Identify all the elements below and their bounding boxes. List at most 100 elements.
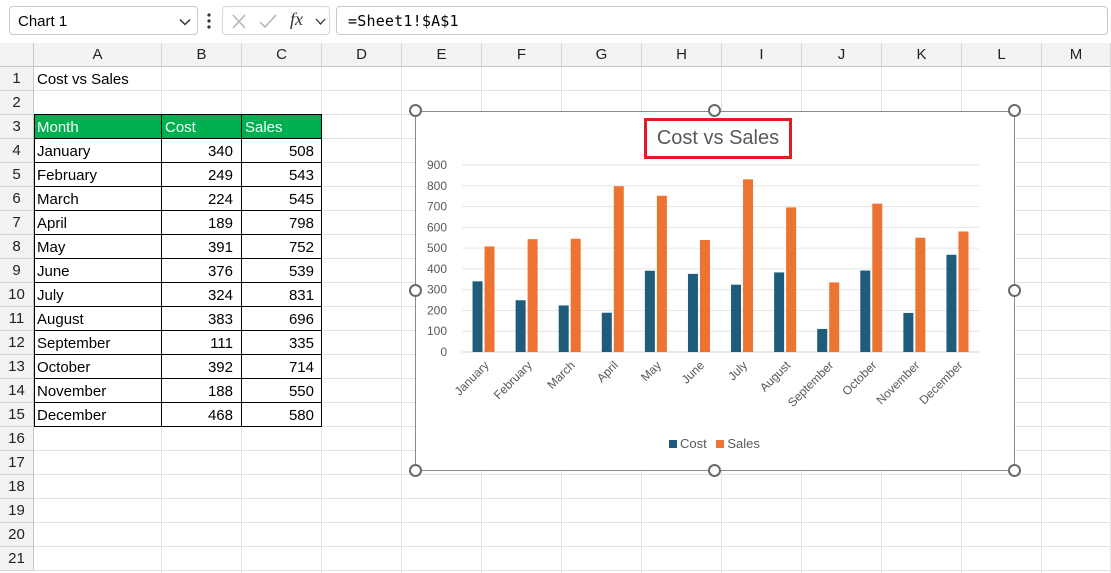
row-header[interactable]: 4 (0, 139, 34, 163)
cell-month[interactable]: July (34, 283, 161, 307)
cell-cost[interactable]: 324 (162, 283, 241, 307)
bar-cost[interactable] (817, 328, 828, 352)
header-month[interactable]: Month (34, 115, 161, 139)
header-cost[interactable]: Cost (162, 115, 241, 139)
bar-cost[interactable] (774, 272, 785, 352)
bar-sales[interactable] (743, 179, 754, 352)
name-box[interactable]: Chart 1 (9, 6, 198, 35)
row-header[interactable]: 15 (0, 403, 34, 427)
column-header[interactable]: E (402, 43, 482, 67)
column-header[interactable]: M (1042, 43, 1111, 67)
bar-cost[interactable] (601, 312, 612, 352)
column-header[interactable]: C (242, 43, 322, 67)
cell-month[interactable]: April (34, 211, 161, 235)
cell-sales[interactable]: 696 (242, 307, 322, 331)
column-header[interactable]: L (962, 43, 1042, 67)
cell-cost[interactable]: 340 (162, 139, 241, 163)
chevron-down-icon[interactable] (315, 17, 326, 26)
cell-cost[interactable]: 392 (162, 355, 241, 379)
row-header[interactable]: 17 (0, 451, 34, 475)
chevron-down-icon[interactable] (179, 16, 191, 28)
bar-cost[interactable] (903, 312, 914, 352)
cell-month[interactable]: October (34, 355, 161, 379)
cell-cost[interactable]: 376 (162, 259, 241, 283)
cell-month[interactable]: February (34, 163, 161, 187)
row-header[interactable]: 7 (0, 211, 34, 235)
column-header[interactable]: D (322, 43, 402, 67)
insert-function-icon[interactable]: fx (290, 9, 303, 30)
cell-sales[interactable]: 714 (242, 355, 322, 379)
bar-sales[interactable] (699, 240, 710, 352)
cell-month[interactable]: September (34, 331, 161, 355)
resize-handle-right[interactable] (1008, 284, 1021, 297)
formula-input[interactable]: =Sheet1!$A$1 (336, 6, 1108, 35)
cell-month[interactable]: January (34, 139, 161, 163)
resize-handle-top-left[interactable] (409, 104, 422, 117)
cell-sales[interactable]: 580 (242, 403, 322, 427)
header-sales[interactable]: Sales (242, 115, 322, 139)
bar-sales[interactable] (484, 246, 495, 352)
bar-sales[interactable] (872, 203, 883, 352)
bar-cost[interactable] (860, 270, 871, 352)
cell-month[interactable]: June (34, 259, 161, 283)
column-header[interactable]: K (882, 43, 962, 67)
cell-cost[interactable]: 188 (162, 379, 241, 403)
bar-sales[interactable] (829, 282, 840, 352)
row-header[interactable]: 16 (0, 427, 34, 451)
bar-sales[interactable] (656, 195, 667, 352)
bar-sales[interactable] (915, 237, 926, 352)
row-header[interactable]: 20 (0, 523, 34, 547)
cell-month[interactable]: May (34, 235, 161, 259)
cell-cost[interactable]: 111 (162, 331, 241, 355)
row-header[interactable]: 10 (0, 283, 34, 307)
select-all-corner[interactable] (0, 43, 34, 67)
row-header[interactable]: 8 (0, 235, 34, 259)
cell-month[interactable]: December (34, 403, 161, 427)
row-header[interactable]: 6 (0, 187, 34, 211)
cell-sales[interactable]: 550 (242, 379, 322, 403)
row-header[interactable]: 9 (0, 259, 34, 283)
bar-sales[interactable] (570, 238, 581, 352)
bar-sales[interactable] (613, 186, 624, 352)
cell-sales[interactable]: 752 (242, 235, 322, 259)
cell-month[interactable]: November (34, 379, 161, 403)
column-header[interactable]: B (162, 43, 242, 67)
bar-sales[interactable] (786, 207, 797, 352)
column-header[interactable]: F (482, 43, 562, 67)
cell-sales[interactable]: 539 (242, 259, 322, 283)
more-options-icon[interactable] (206, 12, 212, 30)
bar-sales[interactable] (958, 231, 969, 352)
cell-cost[interactable]: 468 (162, 403, 241, 427)
cell-sales[interactable]: 798 (242, 211, 322, 235)
column-header[interactable]: G (562, 43, 642, 67)
confirm-icon[interactable] (258, 13, 278, 30)
bar-cost[interactable] (515, 300, 526, 352)
cell-sales[interactable]: 335 (242, 331, 322, 355)
bar-cost[interactable] (731, 284, 742, 352)
cell-month[interactable]: March (34, 187, 161, 211)
cell-month[interactable]: August (34, 307, 161, 331)
cell-sales[interactable]: 831 (242, 283, 322, 307)
resize-handle-top[interactable] (708, 104, 721, 117)
column-header[interactable]: J (802, 43, 882, 67)
bar-cost[interactable] (558, 305, 569, 352)
column-header[interactable]: I (722, 43, 802, 67)
chart-legend[interactable]: Cost Sales (669, 436, 766, 454)
row-header[interactable]: 11 (0, 307, 34, 331)
cell-cost[interactable]: 391 (162, 235, 241, 259)
chart-area[interactable]: Cost vs Sales 0 100 200 300 400 500 600 700 800 9… (415, 111, 1015, 471)
resize-handle-bottom-left[interactable] (409, 464, 422, 477)
bar-cost[interactable] (946, 254, 957, 352)
row-header[interactable]: 19 (0, 499, 34, 523)
cell-sales[interactable]: 543 (242, 163, 322, 187)
column-header[interactable]: A (34, 43, 162, 67)
bar-cost[interactable] (687, 273, 698, 352)
row-header[interactable]: 3 (0, 115, 34, 139)
cell-cost[interactable]: 383 (162, 307, 241, 331)
row-header[interactable]: 14 (0, 379, 34, 403)
row-header[interactable]: 5 (0, 163, 34, 187)
resize-handle-left[interactable] (409, 284, 422, 297)
row-header[interactable]: 12 (0, 331, 34, 355)
cell-a1[interactable]: Cost vs Sales (34, 67, 234, 91)
resize-handle-top-right[interactable] (1008, 104, 1021, 117)
